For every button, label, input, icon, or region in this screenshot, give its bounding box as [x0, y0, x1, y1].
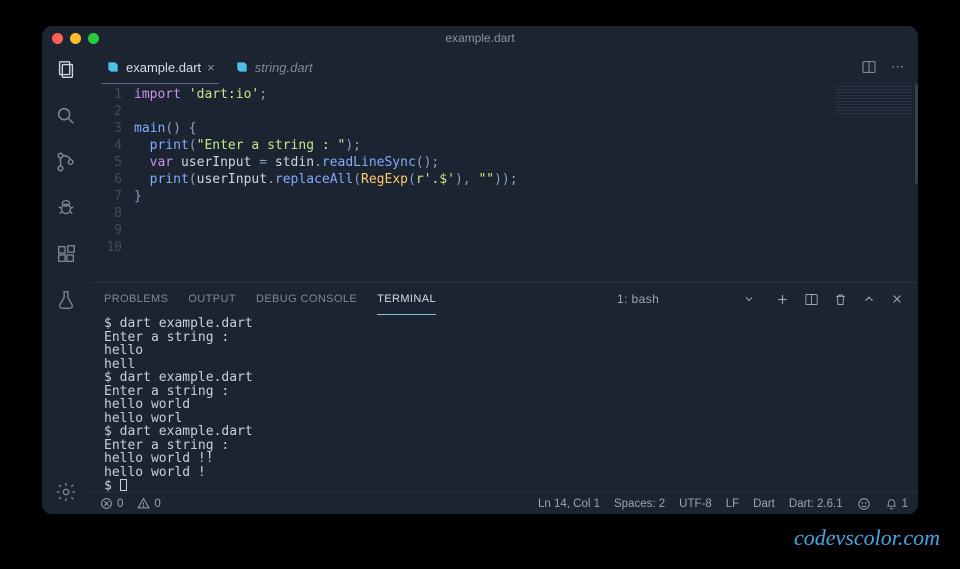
status-bar: 0 0 Ln 14, Col 1 Spaces: 2 UTF-8 LF Dart…: [90, 492, 918, 514]
window-title: example.dart: [42, 31, 918, 45]
tab-actions: ⋯: [861, 59, 912, 75]
more-actions-icon[interactable]: ⋯: [891, 59, 904, 75]
status-spaces[interactable]: Spaces: 2: [614, 498, 665, 510]
status-encoding[interactable]: UTF-8: [679, 498, 712, 510]
testing-icon[interactable]: [54, 288, 78, 312]
main-area: example.dart × string.dart ⋯ 123: [42, 50, 918, 514]
tab-label: string.dart: [255, 60, 313, 75]
tab-label: example.dart: [126, 60, 201, 75]
explorer-icon[interactable]: [54, 58, 78, 82]
maximize-panel-icon[interactable]: [862, 292, 876, 306]
status-language[interactable]: Dart: [753, 498, 775, 510]
content-column: example.dart × string.dart ⋯ 123: [90, 50, 918, 514]
code-content[interactable]: import 'dart:io'; main() { print("Enter …: [134, 84, 828, 282]
terminal-selector[interactable]: 1: bash: [611, 292, 761, 306]
tab-string-dart[interactable]: string.dart: [225, 50, 323, 84]
panel-tab-debug[interactable]: DEBUG CONSOLE: [256, 283, 357, 315]
panel-actions: 1: bash: [611, 292, 904, 307]
status-eol[interactable]: LF: [726, 498, 739, 510]
terminal-body[interactable]: $ dart example.dart Enter a string : hel…: [90, 315, 918, 492]
debug-icon[interactable]: [54, 196, 78, 220]
status-warnings[interactable]: 0: [137, 497, 160, 510]
panel-tab-problems[interactable]: PROBLEMS: [104, 283, 168, 315]
kill-terminal-icon[interactable]: [833, 292, 848, 307]
watermark: codevscolor.com: [794, 525, 940, 551]
status-cursor-position[interactable]: Ln 14, Col 1: [538, 498, 600, 510]
activity-bar: [42, 50, 90, 514]
terminal-cursor: [120, 479, 127, 491]
panel-tab-output[interactable]: OUTPUT: [188, 283, 236, 315]
editor-window: example.dart: [42, 26, 918, 514]
search-icon[interactable]: [54, 104, 78, 128]
minimap-content: [836, 86, 912, 116]
new-terminal-icon[interactable]: [775, 292, 790, 307]
extensions-icon[interactable]: [54, 242, 78, 266]
tab-example-dart[interactable]: example.dart ×: [96, 50, 225, 84]
dart-file-icon: [235, 60, 249, 74]
editor-tabs: example.dart × string.dart ⋯: [90, 50, 918, 84]
panel-tabs: PROBLEMS OUTPUT DEBUG CONSOLE TERMINAL 1…: [90, 283, 918, 315]
panel-tab-terminal[interactable]: TERMINAL: [377, 283, 436, 315]
status-errors[interactable]: 0: [100, 497, 123, 510]
split-terminal-icon[interactable]: [804, 292, 819, 307]
settings-gear-icon[interactable]: [54, 480, 78, 504]
bottom-panel: PROBLEMS OUTPUT DEBUG CONSOLE TERMINAL 1…: [90, 282, 918, 492]
dart-file-icon: [106, 60, 120, 74]
code-editor[interactable]: 12345678910 import 'dart:io'; main() { p…: [90, 84, 918, 282]
split-editor-icon[interactable]: [861, 59, 877, 75]
status-feedback-icon[interactable]: [857, 497, 871, 511]
line-numbers: 12345678910: [90, 84, 134, 282]
tab-close-icon[interactable]: ×: [207, 60, 215, 75]
scrollbar-indicator[interactable]: [915, 84, 918, 184]
status-sdk[interactable]: Dart: 2.6.1: [789, 498, 843, 510]
close-panel-icon[interactable]: [890, 292, 904, 306]
chevron-down-icon: [743, 293, 755, 305]
source-control-icon[interactable]: [54, 150, 78, 174]
titlebar: example.dart: [42, 26, 918, 50]
terminal-output: $ dart example.dart Enter a string : hel…: [104, 316, 253, 492]
status-notifications[interactable]: 1: [885, 497, 908, 510]
minimap[interactable]: [828, 84, 918, 282]
